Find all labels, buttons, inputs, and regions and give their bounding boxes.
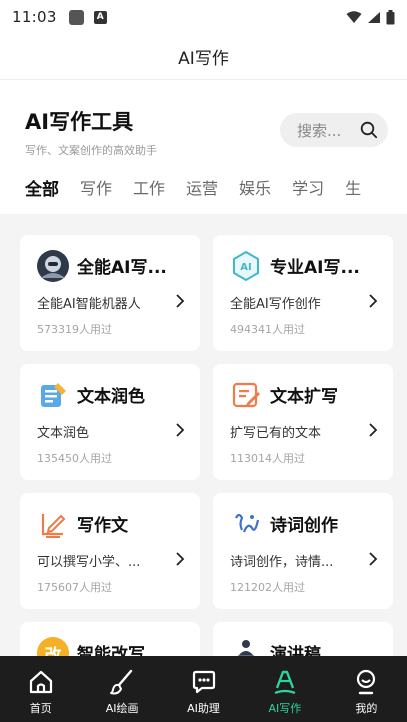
ai-hexagon-icon: AI: [233, 250, 259, 282]
tool-card-desc: 全能AI写作创作: [230, 297, 321, 312]
tool-card[interactable]: 改 智能改写: [20, 622, 200, 656]
nav-label: 首页: [29, 702, 52, 715]
nav-label: AI写作: [268, 702, 302, 715]
tool-card-title: 文本扩写: [270, 387, 338, 407]
nav-ai-writing[interactable]: AI写作: [244, 656, 325, 722]
tool-card[interactable]: 演讲稿: [213, 622, 393, 656]
speech-podium-icon: [238, 640, 254, 656]
tool-card-title: 文本润色: [77, 387, 145, 407]
nav-label: AI助理: [187, 702, 220, 715]
tool-card-title: 诗词创作: [270, 516, 338, 536]
nav-profile[interactable]: 我的: [326, 656, 407, 722]
tool-card-title: 专业AI写...: [270, 258, 360, 278]
tool-card-title: 全能AI写...: [77, 258, 167, 278]
nav-label: AI绘画: [105, 702, 139, 715]
notification-a-icon: A: [93, 10, 107, 24]
tool-card-count: 135450人用过: [37, 452, 112, 465]
search-placeholder: 搜索...: [297, 121, 342, 140]
status-bar: 11:03 A: [0, 0, 407, 34]
chevron-right-icon: [369, 294, 378, 308]
bottom-nav: 首页 AI绘画 AI助理 AI写作 我的: [0, 656, 407, 722]
tool-card-title: 演讲稿: [270, 645, 321, 656]
tools-subtitle: 写作、文案创作的高效助手: [25, 144, 157, 157]
search-input[interactable]: 搜索...: [280, 113, 388, 147]
chat-bubble-icon: [192, 670, 215, 694]
chevron-right-icon: [176, 423, 185, 437]
brush-icon: [110, 669, 133, 695]
chevron-right-icon: [369, 423, 378, 437]
search-icon: [360, 121, 378, 139]
tab-all[interactable]: 全部: [25, 175, 59, 200]
chevron-right-icon: [176, 552, 185, 566]
nav-label: 我的: [355, 702, 378, 715]
app-header: AI写作: [0, 34, 407, 80]
svg-text:AI: AI: [240, 262, 251, 273]
tool-card-count: 121202人用过: [230, 581, 305, 594]
tool-card[interactable]: 诗词创作 诗词创作，诗情... 121202人用过: [213, 493, 393, 609]
tab-writing[interactable]: 写作: [80, 175, 112, 199]
category-tabs: 全部 写作 工作 运营 娱乐 学习 生: [0, 172, 407, 202]
tab-entertainment[interactable]: 娱乐: [239, 175, 271, 199]
nav-home[interactable]: 首页: [0, 656, 81, 722]
nav-ai-assistant[interactable]: AI助理: [163, 656, 244, 722]
tool-card-desc: 全能AI智能机器人: [37, 297, 141, 312]
home-icon: [29, 670, 52, 694]
tool-card-desc: 文本润色: [37, 426, 90, 441]
pen-writing-icon: [274, 670, 296, 695]
tab-work[interactable]: 工作: [133, 175, 165, 199]
tool-card-desc: 扩写已有的文本: [230, 426, 322, 441]
tool-card-title: 写作文: [77, 516, 128, 536]
tool-card-count: 494341人用过: [230, 323, 305, 336]
tool-card[interactable]: AI 专业AI写... 全能AI写作创作 494341人用过: [213, 235, 393, 351]
tool-card-count: 175607人用过: [37, 581, 112, 594]
robot-avatar-icon: [37, 250, 69, 282]
poetry-icon: [235, 513, 260, 533]
tool-card[interactable]: 文本润色 文本润色 135450人用过: [20, 364, 200, 480]
tool-card-desc: 可以撰写小学、...: [37, 555, 141, 570]
tool-card-count: 113014人用过: [230, 452, 305, 465]
nav-ai-painting[interactable]: AI绘画: [81, 656, 162, 722]
text-expand-icon: [232, 382, 260, 408]
cell-signal-icon: [368, 11, 380, 23]
rewrite-badge-text: 改: [44, 645, 62, 657]
user-profile-icon: [357, 669, 376, 695]
wifi-icon: [346, 10, 362, 23]
tool-card-desc: 诗词创作，诗情...: [230, 555, 334, 570]
page-title: AI写作: [178, 49, 229, 69]
section-head: AI写作工具 写作、文案创作的高效助手 搜索... 全部 写作 工作 运营 娱乐…: [0, 80, 407, 214]
tool-card[interactable]: 写作文 可以撰写小学、... 175607人用过: [20, 493, 200, 609]
tool-card-count: 573319人用过: [37, 323, 112, 336]
tool-card[interactable]: 全能AI写... 全能AI智能机器人 573319人用过: [20, 235, 200, 351]
tool-card-title: 智能改写: [77, 645, 145, 656]
battery-icon: [386, 9, 395, 24]
chevron-right-icon: [369, 552, 378, 566]
tab-study[interactable]: 学习: [292, 175, 324, 199]
text-polish-icon: [41, 383, 66, 407]
tab-life[interactable]: 生: [345, 175, 361, 199]
tools-heading: AI写作工具: [25, 110, 134, 134]
rewrite-badge-icon: 改: [37, 637, 69, 656]
tool-card[interactable]: 文本扩写 扩写已有的文本 113014人用过: [213, 364, 393, 480]
tab-operations[interactable]: 运营: [186, 175, 218, 199]
essay-pen-icon: [41, 514, 66, 538]
tool-grid: 全能AI写... 全能AI智能机器人 573319人用过 AI 专业AI写...…: [0, 214, 407, 656]
status-time: 11:03: [12, 8, 57, 26]
notification-square-icon: [68, 9, 84, 25]
chevron-right-icon: [176, 294, 185, 308]
